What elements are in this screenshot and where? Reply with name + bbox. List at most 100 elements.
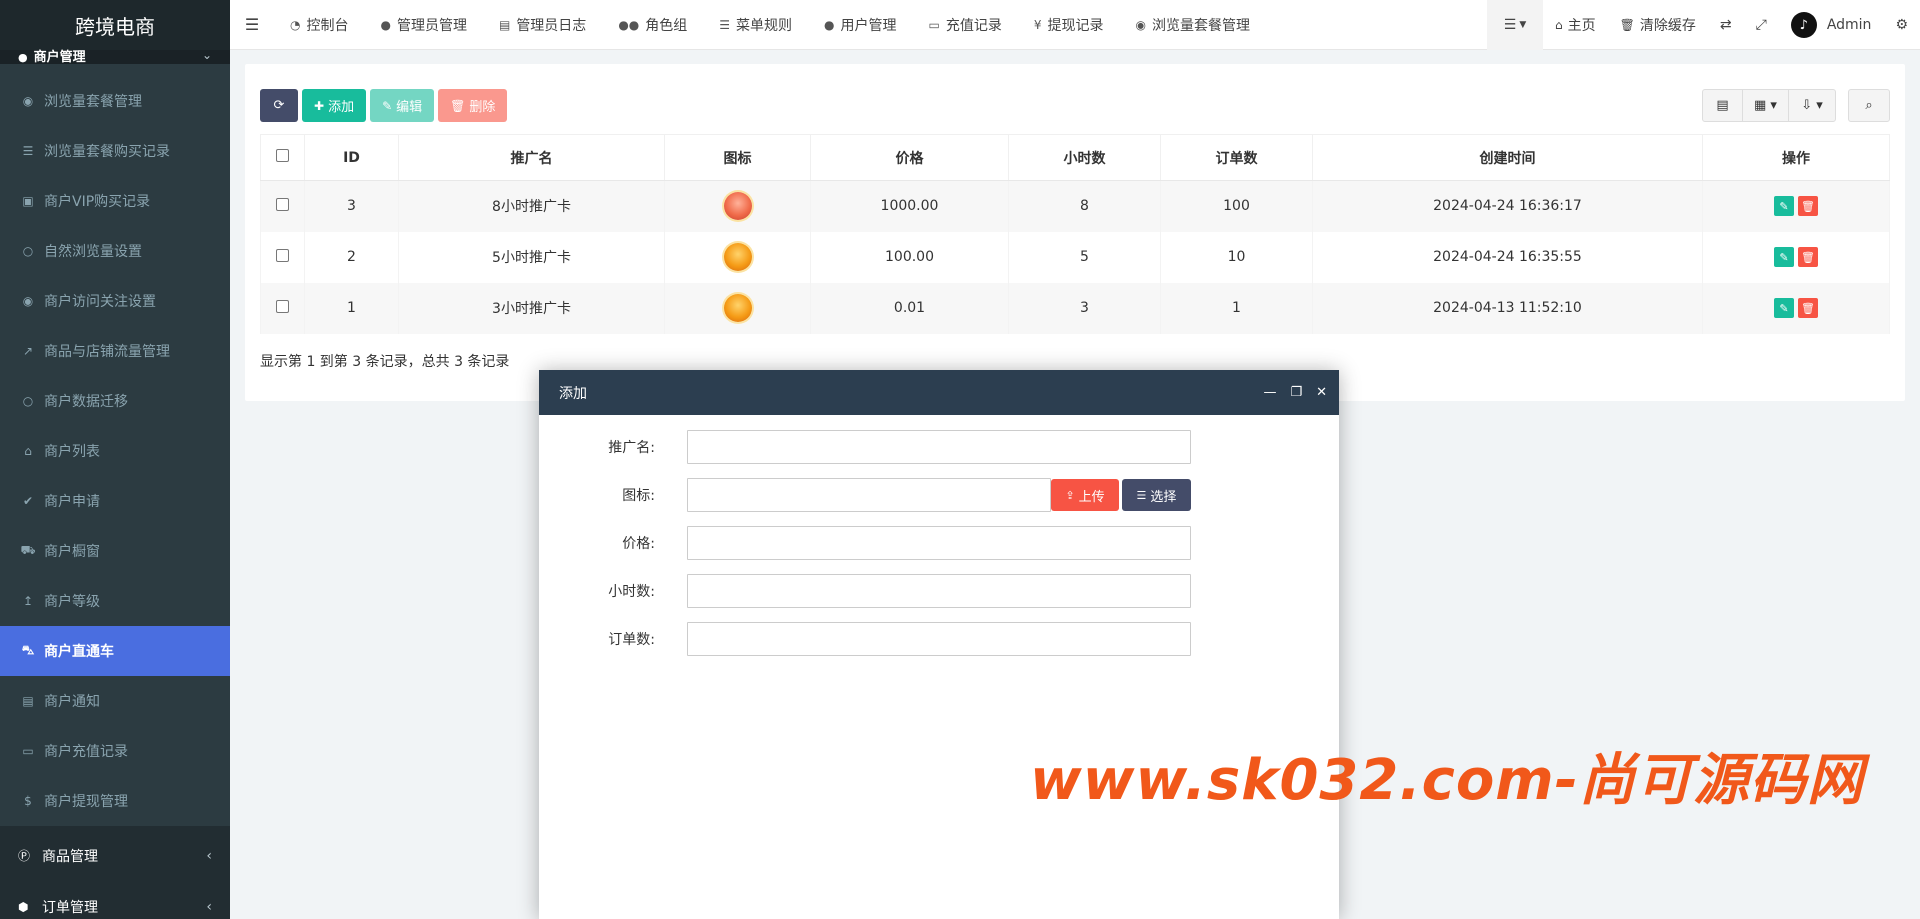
row-checkbox-cell[interactable]	[260, 180, 305, 232]
table-toolbar: ⟳ ✚ 添加 ✎ 编辑 🗑 删除	[260, 89, 508, 122]
sidebar-item-traffic-purchase[interactable]: ☰ 浏览量套餐购买记录	[0, 126, 230, 176]
tab-admin-log[interactable]: ▤ 管理员日志	[483, 0, 602, 50]
row-checkbox[interactable]	[276, 299, 289, 313]
upload-button[interactable]: ⇪ 上传	[1051, 479, 1119, 511]
col-header-price[interactable]: 价格	[810, 134, 1009, 181]
sidebar-item-merchant-withdraw[interactable]: $ 商户提现管理	[0, 776, 230, 826]
fullscreen-icon: ⤢	[1755, 17, 1767, 33]
tab-admin-manage[interactable]: ● 管理员管理	[364, 0, 482, 50]
sidebar-parent-merchant[interactable]: ● 商户管理 ⌄	[0, 48, 230, 65]
sidebar-item-merchant-window[interactable]: ⛟ 商户橱窗	[0, 526, 230, 576]
delete-button[interactable]: 🗑 删除	[438, 89, 508, 122]
circle-icon: ○	[22, 394, 34, 408]
row-checkbox[interactable]	[276, 248, 289, 262]
sidebar-item-merchant-express[interactable]: ⛍ 商户直通车	[0, 626, 230, 676]
settings-button[interactable]: ⚙	[1883, 0, 1920, 50]
chevron-left-icon: ‹	[206, 898, 212, 915]
dialog-header[interactable]: 添加 — ❐ ✕	[539, 370, 1339, 415]
sidebar-item-merchant-notice[interactable]: ▤ 商户通知	[0, 676, 230, 726]
cell-hours: 8	[1008, 180, 1161, 232]
field-label-orders: 订单数:	[608, 632, 655, 648]
export-icon[interactable]: ⇩ ▾	[1789, 90, 1835, 121]
price-input[interactable]	[687, 526, 1191, 560]
caret-down-icon: ▼	[1519, 20, 1527, 30]
medal-icon[interactable]	[723, 243, 752, 271]
clear-cache-button[interactable]: 🗑 清除缓存	[1608, 0, 1708, 50]
sidebar-item-traffic-package[interactable]: ◉ 浏览量套餐管理	[0, 76, 230, 126]
search-icon[interactable]: ⌕	[1849, 90, 1889, 121]
table-row[interactable]: 1 3小时推广卡 0.01 3 1 2024-04-13 11:52:10 ✎ 🗑	[260, 282, 1890, 334]
eye-icon: ◉	[1135, 17, 1146, 32]
row-delete-button[interactable]: 🗑	[1798, 298, 1818, 318]
name-input[interactable]	[687, 430, 1191, 464]
home-link[interactable]: ⌂ 主页	[1543, 0, 1608, 50]
cell-created: 2024-04-13 11:52:10	[1312, 282, 1703, 334]
cell-price: 1000.00	[810, 180, 1009, 232]
user-icon: ●	[824, 17, 835, 32]
form-row-orders: 订单数:	[539, 622, 1339, 656]
row-checkbox-cell[interactable]	[260, 282, 305, 334]
select-button[interactable]: ☰ 选择	[1122, 479, 1191, 511]
medal-icon[interactable]	[723, 192, 752, 221]
table-row[interactable]: 2 5小时推广卡 100.00 5 10 2024-04-24 16:35:55…	[260, 231, 1890, 283]
app-logo[interactable]: 跨境电商	[0, 0, 230, 50]
sidebar-item-data-migration[interactable]: ○ 商户数据迁移	[0, 376, 230, 426]
sidebar-submenu: ◉ 浏览量套餐管理 ☰ 浏览量套餐购买记录 ▣ 商户VIP购买记录 ○ 自然浏览量设置 …	[0, 64, 230, 826]
tab-recharge-log[interactable]: ▭ 充值记录	[913, 0, 1018, 50]
tab-dropdown-button[interactable]: ☰ ▼	[1487, 0, 1544, 50]
row-delete-button[interactable]: 🗑	[1798, 247, 1818, 267]
row-edit-button[interactable]: ✎	[1774, 196, 1794, 217]
fullscreen-button[interactable]: ⤢	[1744, 0, 1779, 50]
col-header-id[interactable]: ID	[304, 134, 399, 181]
sidebar-item-vip-purchase[interactable]: ▣ 商户VIP购买记录	[0, 176, 230, 226]
sidebar-item-natural-traffic[interactable]: ○ 自然浏览量设置	[0, 226, 230, 276]
orders-input[interactable]	[687, 622, 1191, 656]
columns-toggle-icon[interactable]: ▦ ▾	[1743, 90, 1789, 121]
cell-created: 2024-04-24 16:36:17	[1312, 180, 1703, 232]
col-header-created[interactable]: 创建时间	[1312, 134, 1703, 181]
sidebar-toggle-icon[interactable]: ☰	[230, 15, 274, 34]
row-delete-button[interactable]: 🗑	[1798, 196, 1818, 217]
row-edit-button[interactable]: ✎	[1774, 298, 1794, 318]
tab-traffic-package[interactable]: ◉ 浏览量套餐管理	[1120, 0, 1266, 50]
medal-icon[interactable]	[723, 294, 752, 322]
table-row[interactable]: 3 8小时推广卡 1000.00 8 100 2024-04-24 16:36:…	[260, 180, 1890, 232]
row-checkbox[interactable]	[276, 197, 289, 211]
row-checkbox-cell[interactable]	[260, 231, 305, 283]
row-edit-button[interactable]: ✎	[1774, 247, 1794, 267]
tab-role-group[interactable]: ●● 角色组	[602, 0, 703, 50]
icon-input[interactable]	[687, 478, 1051, 512]
user-menu[interactable]: ♪ Admin	[1779, 0, 1884, 50]
sidebar-parent-product[interactable]: Ⓟ 商品管理 ‹	[0, 830, 230, 881]
sidebar-parent-order[interactable]: ⬢ 订单管理 ‹	[0, 881, 230, 919]
refresh-button[interactable]: ⟳	[260, 89, 298, 122]
minimize-icon[interactable]: —	[1263, 385, 1276, 400]
avatar: ♪	[1790, 12, 1817, 38]
hours-input[interactable]	[687, 574, 1191, 608]
edit-button[interactable]: ✎ 编辑	[370, 89, 435, 122]
sidebar-item-flow-manage[interactable]: ↗ 商品与店铺流量管理	[0, 326, 230, 376]
tab-user-manage[interactable]: ● 用户管理	[808, 0, 912, 50]
tab-withdraw-log[interactable]: ¥ 提现记录	[1018, 0, 1120, 50]
language-button[interactable]: ⇄	[1708, 0, 1744, 50]
sidebar-item-merchant-level[interactable]: ↥ 商户等级	[0, 576, 230, 626]
card-view-icon[interactable]: ▤	[1703, 90, 1743, 121]
col-header-icon[interactable]: 图标	[664, 134, 811, 181]
form-row-icon: 图标: ⇪ 上传 ☰ 选择	[539, 478, 1339, 512]
sidebar-item-merchant-apply[interactable]: ✔ 商户申请	[0, 476, 230, 526]
col-header-hours[interactable]: 小时数	[1008, 134, 1161, 181]
maximize-icon[interactable]: ❐	[1290, 385, 1302, 400]
tab-dashboard[interactable]: ◔ 控制台	[274, 0, 364, 50]
select-all-checkbox[interactable]	[276, 149, 289, 162]
select-all-header[interactable]	[260, 134, 305, 181]
sidebar-item-visit-follow[interactable]: ◉ 商户访问关注设置	[0, 276, 230, 326]
sidebar-item-merchant-list[interactable]: ⌂ 商户列表	[0, 426, 230, 476]
cell-actions: ✎ 🗑	[1702, 231, 1890, 283]
sidebar-item-merchant-recharge[interactable]: ▭ 商户充值记录	[0, 726, 230, 776]
col-header-orders[interactable]: 订单数	[1160, 134, 1313, 181]
user-icon: ●	[380, 17, 391, 32]
col-header-name[interactable]: 推广名	[398, 134, 665, 181]
close-icon[interactable]: ✕	[1316, 385, 1327, 400]
tab-menu-rules[interactable]: ☰ 菜单规则	[703, 0, 808, 50]
add-button[interactable]: ✚ 添加	[302, 89, 367, 122]
